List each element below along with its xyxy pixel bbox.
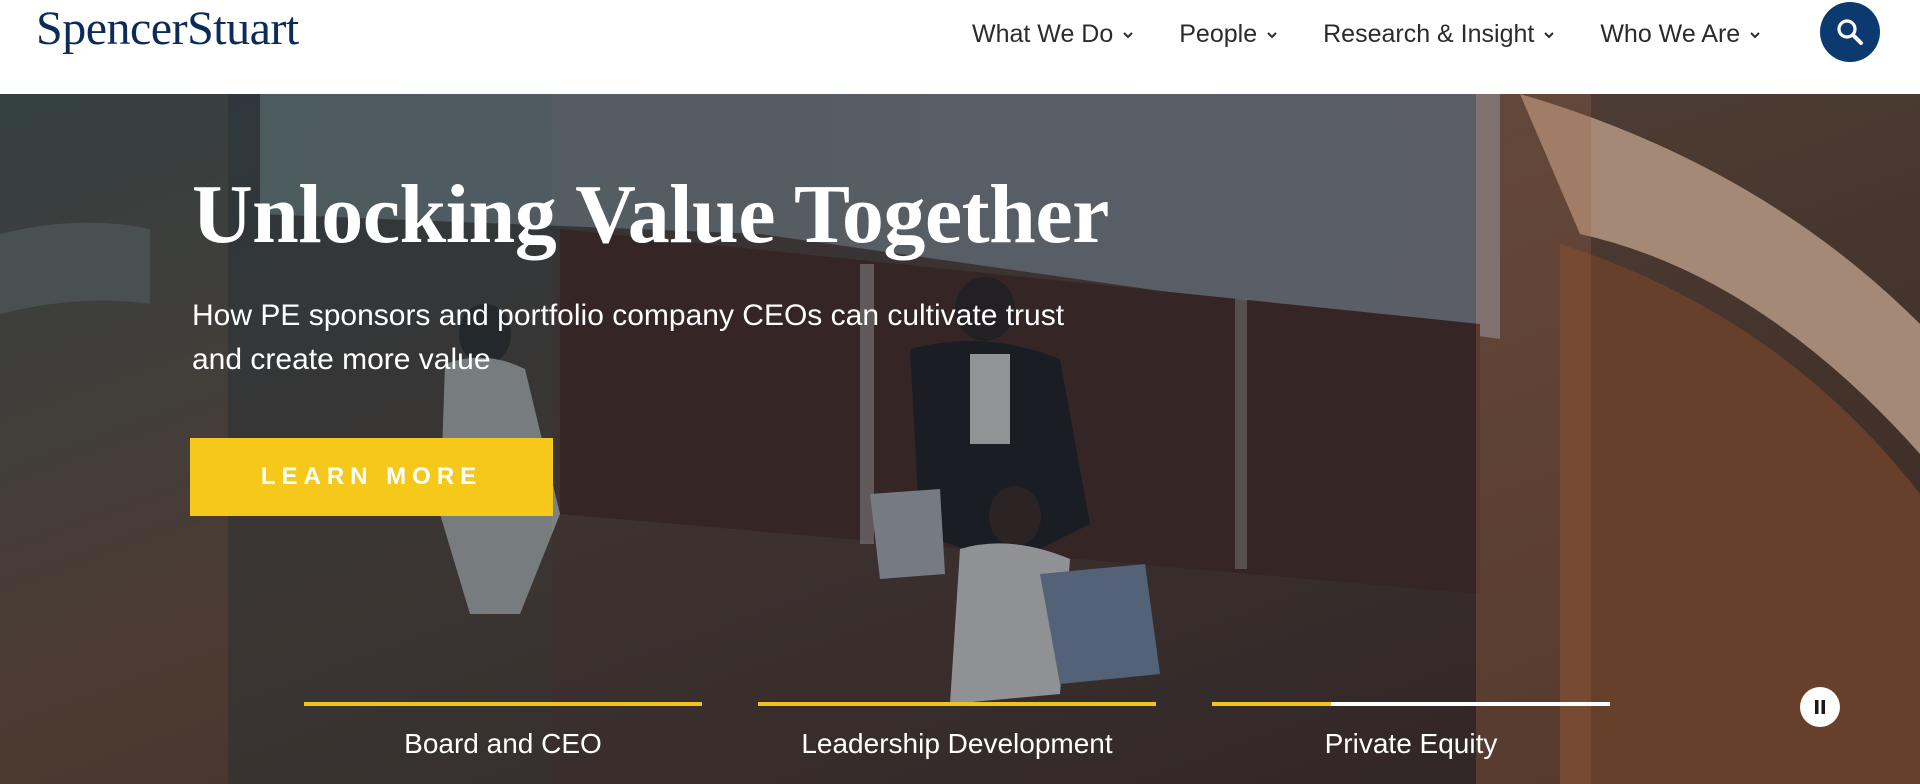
- carousel-tab-board-and-ceo[interactable]: Board and CEO: [304, 702, 702, 784]
- nav-people[interactable]: People: [1179, 20, 1279, 49]
- tab-label: Board and CEO: [404, 728, 602, 759]
- chevron-down-icon: [1267, 32, 1277, 39]
- tab-label: Private Equity: [1324, 728, 1498, 759]
- hero-title: Unlocking Value Together: [192, 168, 1109, 261]
- nav-research-insight[interactable]: Research & Insight: [1323, 20, 1556, 49]
- hero-carousel: Unlocking Value Together How PE sponsors…: [0, 94, 1920, 784]
- tab-progress-bar: [758, 702, 1156, 706]
- tab-progress-bar: [1212, 702, 1610, 706]
- chevron-down-icon: [1750, 32, 1760, 39]
- tab-progress-bar: [304, 702, 702, 706]
- nav-label: Who We Are: [1600, 19, 1741, 48]
- main-nav: What We Do People Research & Insight Who…: [972, 12, 1762, 56]
- tab-label: Leadership Development: [801, 728, 1113, 759]
- nav-label: What We Do: [972, 19, 1114, 48]
- search-button[interactable]: [1820, 2, 1880, 62]
- carousel-tab-private-equity[interactable]: Private Equity: [1212, 702, 1610, 784]
- learn-more-button[interactable]: LEARN MORE: [190, 438, 553, 516]
- tab-progress-fill: [1212, 702, 1332, 706]
- site-header: SpencerStuart What We Do People Research…: [0, 0, 1920, 94]
- carousel-tab-leadership-development[interactable]: Leadership Development: [758, 702, 1156, 784]
- pause-icon: [1815, 700, 1825, 714]
- spencerstuart-logo[interactable]: SpencerStuart: [36, 0, 299, 58]
- nav-who-we-are[interactable]: Who We Are: [1600, 20, 1762, 49]
- hero-subtitle: How PE sponsors and portfolio company CE…: [192, 299, 1065, 376]
- pause-button[interactable]: [1800, 687, 1840, 727]
- search-icon: [1837, 19, 1863, 45]
- chevron-down-icon: [1123, 32, 1133, 39]
- nav-label: People: [1179, 19, 1258, 48]
- chevron-down-icon: [1544, 32, 1555, 39]
- nav-label: Research & Insight: [1323, 19, 1535, 48]
- nav-what-we-do[interactable]: What We Do: [972, 20, 1135, 49]
